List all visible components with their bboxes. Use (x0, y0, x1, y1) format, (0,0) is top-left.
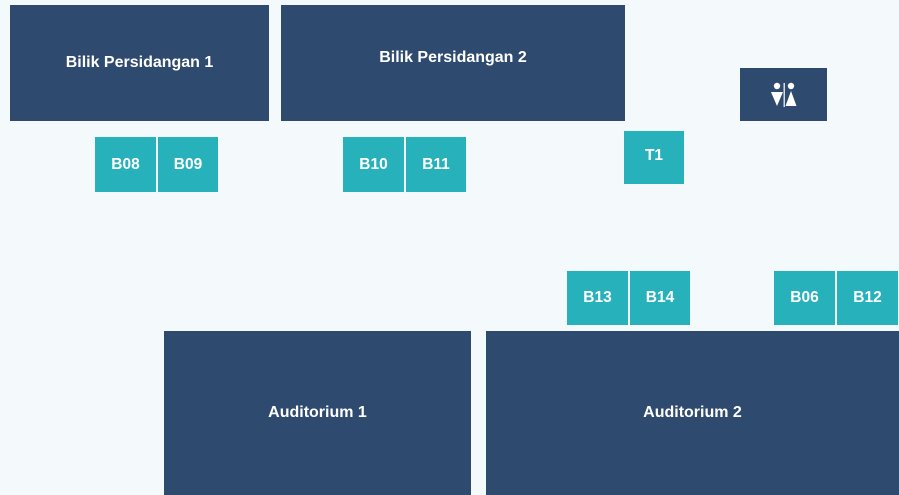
room-bilik-persidangan-1[interactable]: Bilik Persidangan 1 (10, 5, 269, 121)
room-label: Auditorium 1 (268, 404, 367, 421)
restroom-icon (770, 82, 796, 107)
booth-label: B10 (359, 155, 388, 173)
booth-label: B13 (583, 289, 612, 306)
restroom-marker[interactable] (740, 68, 827, 121)
booth-b09[interactable]: B09 (158, 137, 218, 192)
floor-map: Bilik Persidangan 1 Bilik Persidangan 2 … (0, 0, 899, 495)
booth-b08[interactable]: B08 (95, 137, 156, 192)
booth-b12[interactable]: B12 (837, 271, 898, 325)
booth-label: B06 (790, 289, 819, 306)
room-auditorium-1[interactable]: Auditorium 1 (164, 331, 471, 495)
booth-label: B11 (422, 155, 450, 173)
booth-b10[interactable]: B10 (343, 137, 404, 192)
booth-label: B14 (645, 289, 675, 306)
booth-t1[interactable]: T1 (624, 131, 684, 184)
booth-b06[interactable]: B06 (774, 271, 835, 325)
room-label: Bilik Persidangan 1 (65, 54, 214, 71)
booth-b13[interactable]: B13 (567, 271, 628, 325)
booth-label: B09 (173, 155, 203, 173)
room-bilik-persidangan-2[interactable]: Bilik Persidangan 2 (281, 5, 625, 121)
room-auditorium-2[interactable]: Auditorium 2 (486, 331, 899, 495)
booth-b14[interactable]: B14 (630, 271, 690, 325)
room-label: Bilik Persidangan 2 (379, 49, 527, 66)
booth-label: B12 (853, 289, 882, 306)
booth-label: T1 (644, 147, 664, 164)
room-label: Auditorium 2 (643, 404, 742, 421)
booth-label: B08 (111, 155, 140, 173)
booth-b11[interactable]: B11 (406, 137, 466, 192)
